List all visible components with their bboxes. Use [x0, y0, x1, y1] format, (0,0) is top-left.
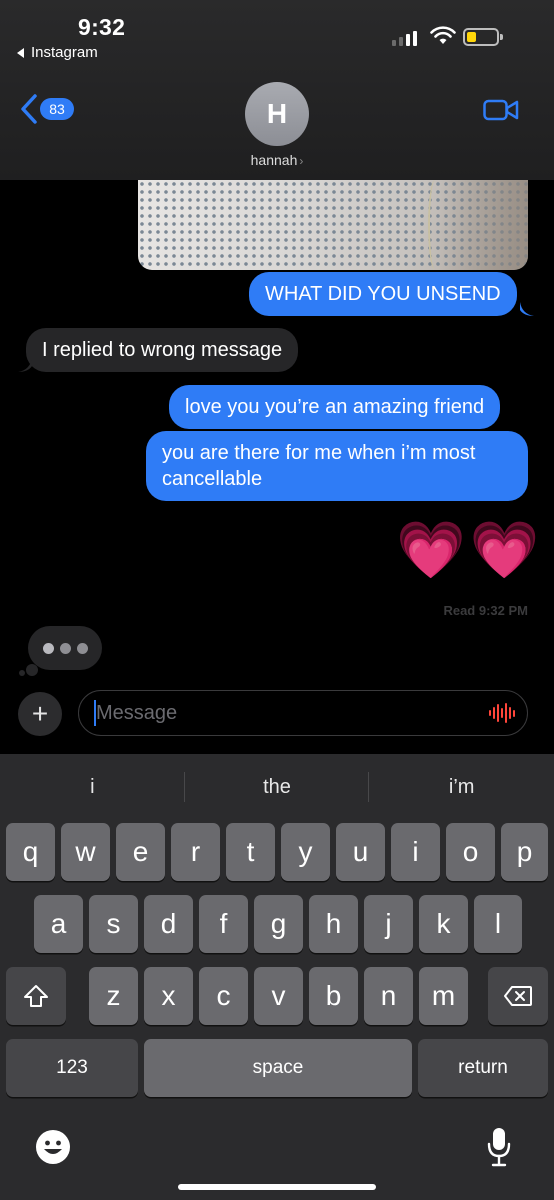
read-receipt: Read 9:32 PM [443, 603, 528, 618]
backspace-icon [504, 986, 532, 1006]
battery-icon [463, 28, 503, 46]
photo-message[interactable] [138, 180, 528, 270]
key-t[interactable]: t [226, 823, 275, 881]
key-n[interactable]: n [364, 967, 413, 1025]
status-time: 9:32 [78, 14, 126, 40]
key-f[interactable]: f [199, 895, 248, 953]
key-y[interactable]: y [281, 823, 330, 881]
suggestion-item[interactable]: the [185, 770, 370, 804]
message-input[interactable] [78, 690, 528, 736]
key-s[interactable]: s [89, 895, 138, 953]
video-call-icon[interactable] [483, 98, 519, 122]
key-i[interactable]: i [391, 823, 440, 881]
key-j[interactable]: j [364, 895, 413, 953]
keyboard: i the i’m q w e r t y u i o p a s d f g … [0, 754, 554, 1200]
contact-name[interactable]: hannah › [0, 152, 554, 168]
chevron-right-icon: › [299, 154, 304, 168]
key-o[interactable]: o [446, 823, 495, 881]
key-q[interactable]: q [6, 823, 55, 881]
key-a[interactable]: a [34, 895, 83, 953]
key-z[interactable]: z [89, 967, 138, 1025]
voice-input-icon[interactable] [489, 702, 515, 724]
suggestion-item[interactable]: i [0, 770, 185, 804]
home-indicator[interactable] [178, 1184, 376, 1190]
message-bubble-sent[interactable]: WHAT DID YOU UNSEND [249, 272, 517, 316]
back-triangle-icon [17, 47, 24, 58]
key-w[interactable]: w [61, 823, 110, 881]
bubble-tail [520, 302, 534, 316]
key-g[interactable]: g [254, 895, 303, 953]
key-d[interactable]: d [144, 895, 193, 953]
message-bubble-sent[interactable]: you are there for me when i’m most cance… [146, 431, 528, 501]
back-app-label: Instagram [31, 44, 98, 61]
backspace-key[interactable] [488, 967, 548, 1025]
shift-arrow-icon [24, 985, 48, 1007]
space-key[interactable]: space [144, 1039, 412, 1097]
shift-key[interactable] [6, 967, 66, 1025]
key-c[interactable]: c [199, 967, 248, 1025]
key-m[interactable]: m [419, 967, 468, 1025]
predictive-bar: i the i’m [0, 770, 554, 804]
bubble-tail [18, 358, 32, 372]
key-v[interactable]: v [254, 967, 303, 1025]
text-caret [94, 700, 96, 726]
key-x[interactable]: x [144, 967, 193, 1025]
contact-name-label: hannah [250, 152, 298, 168]
wifi-icon [430, 26, 456, 44]
key-p[interactable]: p [501, 823, 548, 881]
back-to-app[interactable]: Instagram [17, 44, 98, 61]
typing-indicator [28, 626, 102, 670]
message-bubble-received[interactable]: I replied to wrong message [26, 328, 299, 372]
key-e[interactable]: e [116, 823, 165, 881]
chat-header: 9:32 Instagram 83 H hannah › [0, 0, 554, 180]
message-bubble-sent[interactable]: love you you’re an amazing friend [169, 385, 501, 429]
return-key[interactable]: return [418, 1039, 548, 1097]
numbers-key[interactable]: 123 [6, 1039, 138, 1097]
cellular-signal-icon [392, 30, 417, 46]
key-h[interactable]: h [309, 895, 358, 953]
key-l[interactable]: l [474, 895, 522, 953]
avatar[interactable]: H [245, 82, 309, 146]
add-attachment-button[interactable]: + [18, 692, 62, 736]
suggestion-item[interactable]: i’m [369, 770, 554, 804]
key-u[interactable]: u [336, 823, 385, 881]
key-b[interactable]: b [309, 967, 358, 1025]
heart-emoji-message[interactable]: 💗💗 [396, 520, 543, 580]
emoji-icon[interactable] [34, 1128, 72, 1166]
dictation-mic-icon[interactable] [486, 1126, 512, 1168]
plus-icon: + [31, 698, 49, 729]
back-button[interactable]: 83 [20, 94, 74, 124]
key-r[interactable]: r [171, 823, 220, 881]
key-k[interactable]: k [419, 895, 468, 953]
chevron-left-icon [21, 94, 37, 124]
unread-count-badge: 83 [40, 98, 74, 120]
